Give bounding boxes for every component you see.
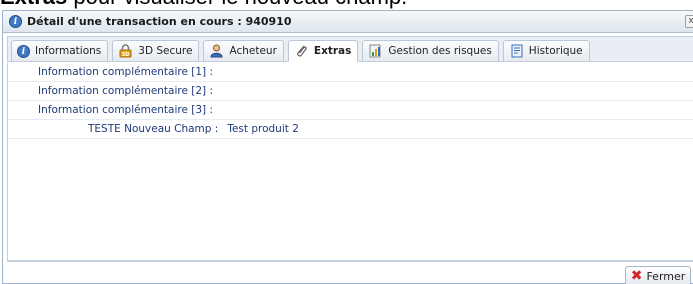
tab-extras[interactable]: Extras	[287, 40, 359, 62]
tab-informations[interactable]: i Informations	[11, 40, 109, 62]
tab-3d-secure[interactable]: 3D 3D Secure	[112, 40, 200, 62]
row-label: Information complémentaire [3] :	[38, 104, 214, 116]
caption-text: pour visualiser le nouveau champ.	[67, 0, 407, 9]
tab-label: Gestion des risques	[388, 45, 492, 57]
dialog-titlebar: i Détail d'une transaction en cours : 94…	[3, 11, 693, 33]
tab-label: Acheteur	[229, 45, 277, 57]
info-icon: i	[17, 44, 30, 58]
transaction-dialog: i Détail d'une transaction en cours : 94…	[2, 10, 693, 284]
buyer-icon	[210, 44, 223, 58]
svg-text:3D: 3D	[122, 52, 130, 58]
tab-gestion-des-risques[interactable]: Gestion des risques	[362, 40, 499, 62]
close-button[interactable]: ✖ Fermer	[625, 266, 691, 284]
info-row-3: Information complémentaire [3] :	[8, 101, 693, 120]
tab-acheteur[interactable]: Acheteur	[203, 40, 284, 62]
tab-label: Informations	[35, 45, 102, 57]
caption-bold: Extras	[0, 0, 67, 9]
page-caption: Extras pour visualiser le nouveau champ.	[0, 0, 693, 10]
tab-label: 3D Secure	[138, 45, 193, 57]
row-label: TESTE Nouveau Champ :	[88, 123, 219, 135]
tab-label: Extras	[313, 45, 352, 57]
history-icon	[511, 44, 523, 58]
tab-label: Historique	[528, 45, 583, 57]
row-label: Information complémentaire [2] :	[38, 85, 214, 97]
info-icon: i	[9, 15, 22, 28]
extras-panel: Information complémentaire [1] : Informa…	[7, 63, 693, 261]
risk-icon	[369, 44, 381, 58]
dialog-title: Détail d'une transaction en cours : 9409…	[27, 15, 292, 28]
close-x-icon: ✖	[630, 268, 643, 284]
tab-bar: i Informations 3D 3D Secure Acheteur Ext…	[7, 36, 693, 62]
info-row-1: Information complémentaire [1] :	[8, 63, 693, 82]
row-label: Information complémentaire [1] :	[38, 66, 214, 78]
paperclip-icon	[297, 45, 307, 57]
tab-historique[interactable]: Historique	[502, 40, 590, 62]
close-icon[interactable]: x	[685, 15, 693, 28]
dialog-footer: ✖ Fermer	[7, 261, 693, 284]
info-row-2: Information complémentaire [2] :	[8, 82, 693, 101]
custom-field-row: TESTE Nouveau Champ : Test produit 2	[8, 120, 693, 139]
close-button-label: Fermer	[646, 269, 686, 283]
row-value: Test produit 2	[227, 123, 299, 135]
3d-secure-icon: 3D	[119, 44, 132, 58]
